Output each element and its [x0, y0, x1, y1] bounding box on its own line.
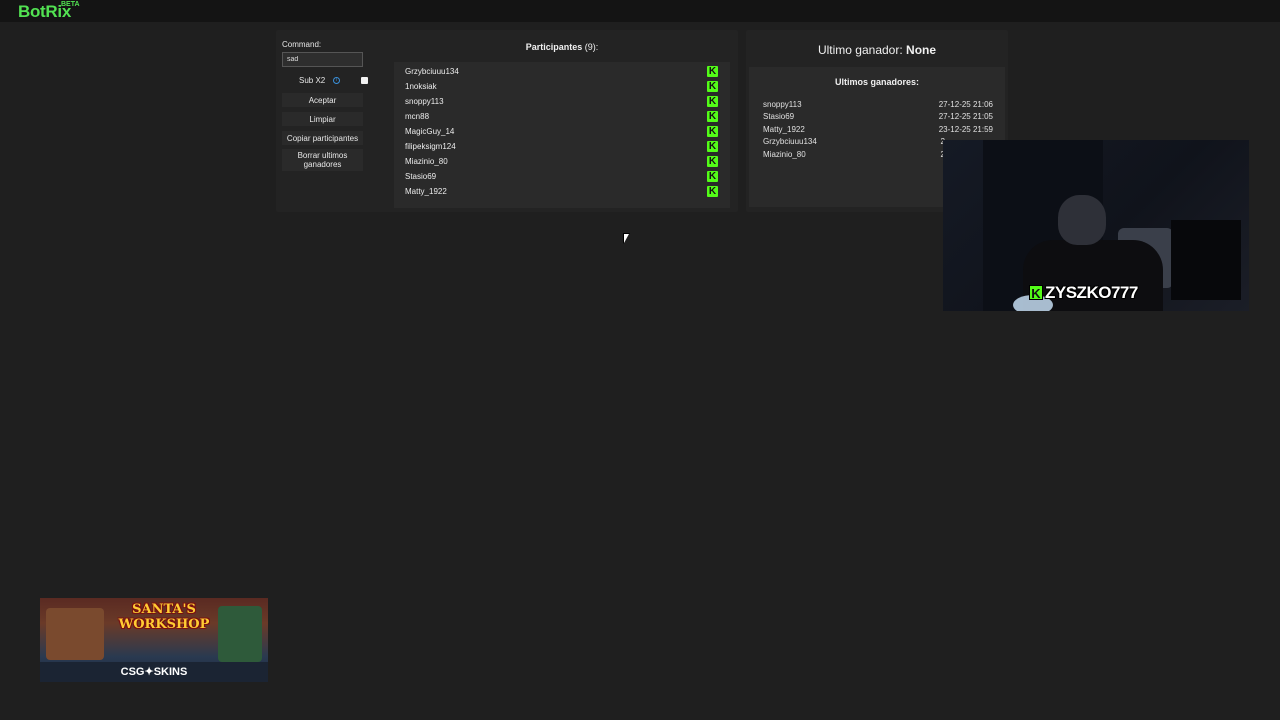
kick-icon: K	[707, 111, 718, 122]
participant-row[interactable]: 1noksiak K	[394, 79, 730, 94]
participant-row[interactable]: mcn88 K	[394, 109, 730, 124]
kick-icon: K	[707, 126, 718, 137]
clear-button[interactable]: Limpiar	[282, 112, 363, 126]
participant-name: filipeksigm124	[405, 142, 456, 151]
winner-name: Matty_1922	[763, 125, 805, 134]
participant-row[interactable]: Grzybciuuu134 K	[394, 64, 730, 79]
participant-row[interactable]: filipeksigm124 K	[394, 139, 730, 154]
command-input[interactable]	[282, 52, 363, 67]
participant-row[interactable]: snoppy113 K	[394, 94, 730, 109]
participant-name: 1noksiak	[405, 82, 437, 91]
winner-date: 23-12-25 21:59	[938, 125, 993, 134]
sub-x2-option[interactable]: Sub X2 i	[282, 74, 368, 88]
sponsor-title: SANTA'S WORKSHOP	[104, 602, 224, 632]
winner-name: Grzybciuuu134	[763, 137, 817, 146]
last-winner-label: Ultimo ganador:	[817, 43, 903, 57]
kick-icon: K	[707, 141, 718, 152]
last-winner: Ultimo ganador: None	[746, 43, 1008, 57]
webcam-dark-area	[1171, 220, 1241, 300]
participant-name: Matty_1922	[405, 187, 447, 196]
command-label: Command:	[282, 40, 322, 49]
webcam-streamer-head	[1058, 195, 1106, 245]
participant-name: MagicGuy_14	[405, 127, 455, 136]
winner-row: Miazinio_80 2	[763, 150, 945, 162]
winner-name: Stasio69	[763, 112, 795, 121]
winner-name: snoppy113	[763, 100, 802, 109]
sub-x2-checkbox[interactable]	[361, 77, 368, 84]
info-icon[interactable]: i	[333, 77, 340, 84]
copy-participants-button[interactable]: Copiar participantes	[282, 131, 363, 145]
participant-name: mcn88	[405, 112, 430, 121]
last-winner-value: None	[906, 43, 937, 57]
kick-icon: K	[707, 171, 718, 182]
winner-date: 27-12-25 21:06	[938, 100, 993, 109]
webcam-overlay: K ZYSZKO777	[943, 140, 1249, 311]
top-bar: BotRix BETA	[0, 0, 1280, 22]
kick-icon: K	[707, 96, 718, 107]
sponsor-title-line2: WORKSHOP	[118, 617, 210, 632]
participant-name: Stasio69	[405, 172, 437, 181]
sponsor-title-line1: SANTA'S	[132, 602, 196, 617]
kick-logo-icon: K	[1029, 285, 1043, 301]
sponsor-character-art	[46, 608, 104, 660]
sub-x2-label: Sub X2	[299, 76, 326, 85]
recent-winners-title: Ultimos ganadores:	[834, 77, 919, 87]
participant-name: snoppy113	[405, 97, 444, 106]
kick-icon: K	[707, 81, 718, 92]
accept-button[interactable]: Aceptar	[282, 93, 363, 107]
sponsor-banner[interactable]: SANTA'S WORKSHOP CSG✦SKINS	[40, 598, 268, 682]
participants-count: (9):	[584, 42, 599, 52]
winner-row: Matty_1922 23-12-25 21:59	[763, 125, 993, 137]
sponsor-tree-art	[218, 606, 262, 662]
sponsor-footer: CSG✦SKINS	[40, 662, 268, 682]
participant-row[interactable]: Matty_1922 K	[394, 184, 730, 199]
kick-icon: K	[707, 186, 718, 197]
participant-name: Grzybciuuu134	[405, 67, 459, 76]
sponsor-brand: CSG✦SKINS	[120, 666, 188, 678]
winner-row: snoppy113 27-12-25 21:06	[763, 100, 993, 112]
kick-icon: K	[707, 156, 718, 167]
winner-row: Grzybciuuu134 2	[763, 137, 945, 149]
participant-row[interactable]: Miazinio_80 K	[394, 154, 730, 169]
participant-row[interactable]: MagicGuy_14 K	[394, 124, 730, 139]
winner-row: Stasio69 27-12-25 21:05	[763, 112, 993, 124]
mouse-cursor-icon	[624, 234, 629, 243]
beta-badge: BETA	[61, 1, 80, 8]
participants-title: Participantes (9):	[394, 42, 730, 52]
participants-title-text: Participantes	[525, 42, 583, 52]
winner-date: 27-12-25 21:05	[938, 112, 993, 121]
participant-name: Miazinio_80	[405, 157, 448, 166]
winner-name: Miazinio_80	[763, 150, 806, 159]
participant-row[interactable]: Stasio69 K	[394, 169, 730, 184]
participants-list: Grzybciuuu134 K 1noksiak K snoppy113 K m…	[394, 62, 730, 208]
streamer-name: ZYSZKO777	[1045, 283, 1138, 302]
delete-last-winners-button[interactable]: Borrar ultimos ganadores	[282, 149, 363, 171]
kick-icon: K	[707, 66, 718, 77]
